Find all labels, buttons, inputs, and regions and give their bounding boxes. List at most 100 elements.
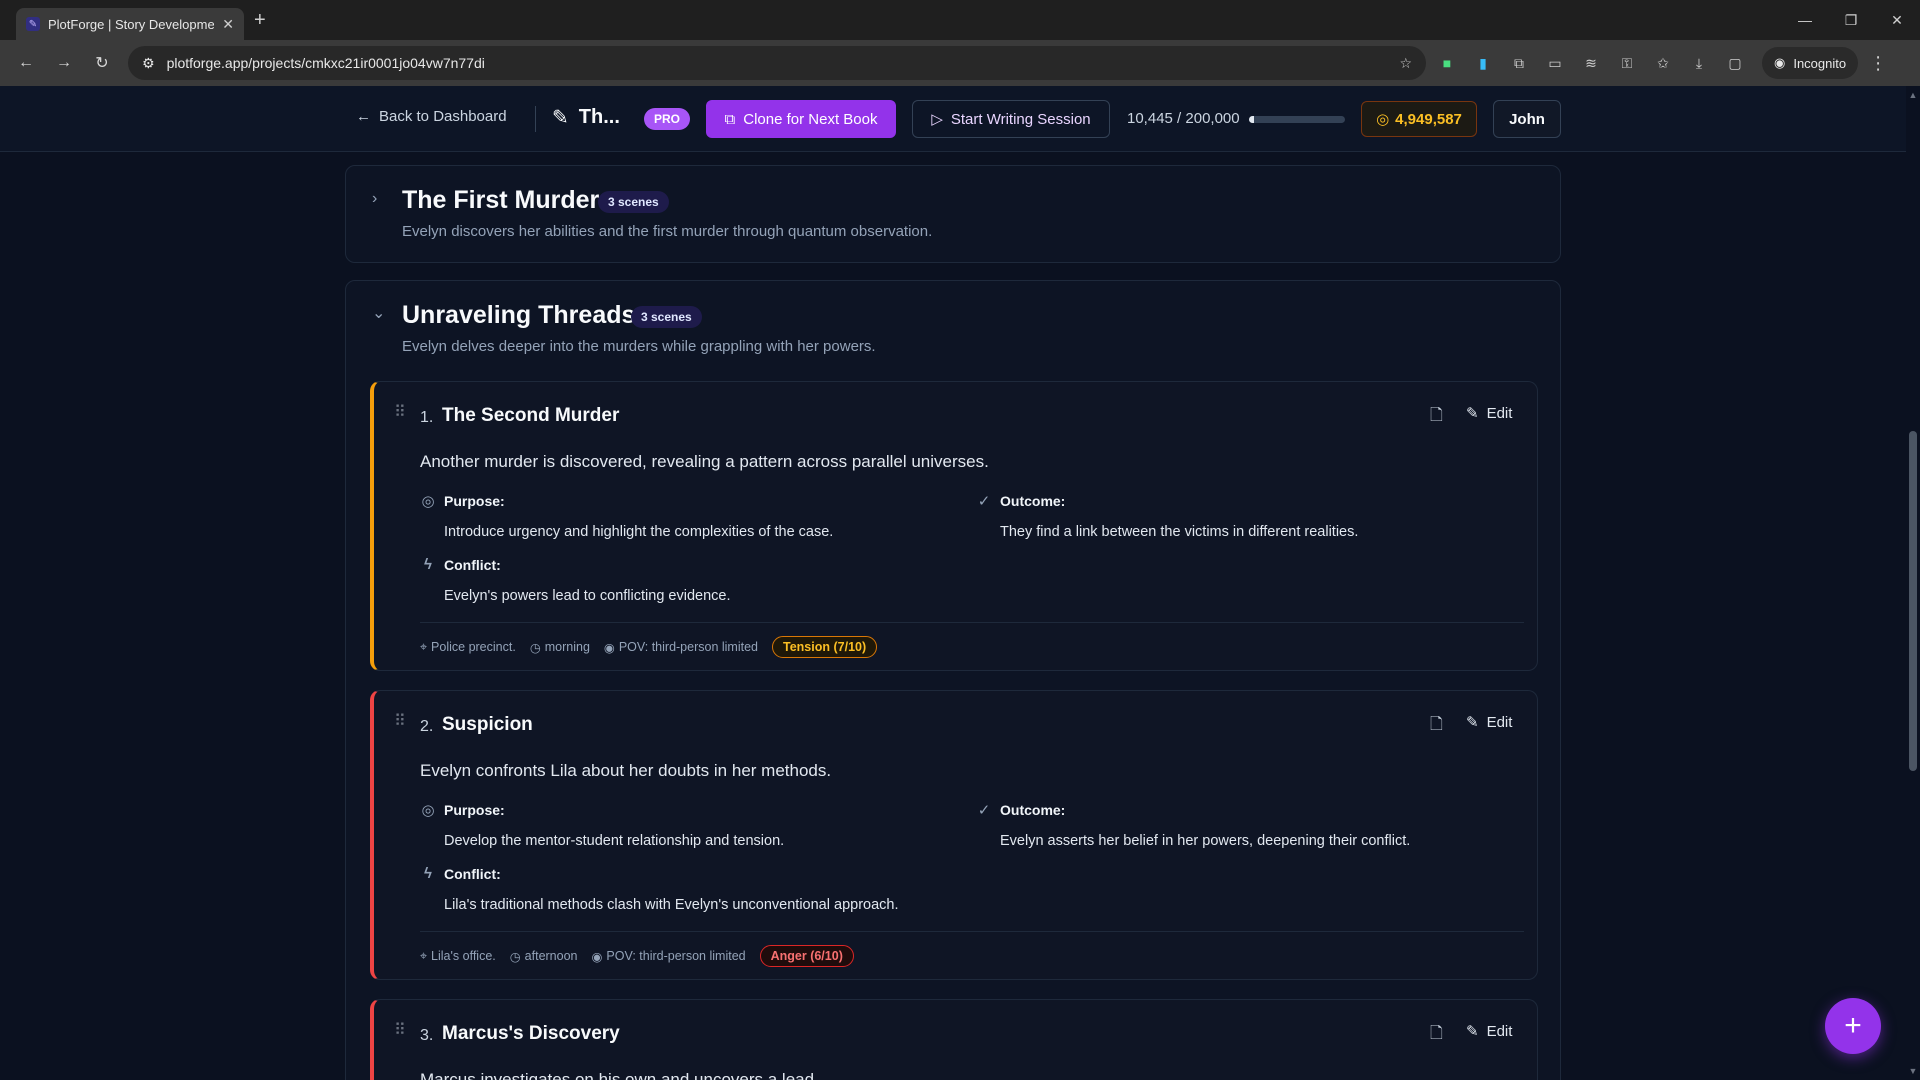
chevron-right-icon[interactable]: ›: [372, 190, 377, 208]
outcome-label: ✓ Outcome:: [976, 492, 1066, 510]
page-scrollbar[interactable]: ▲ ▼: [1906, 86, 1920, 1080]
minimize-icon[interactable]: —: [1782, 12, 1828, 29]
edit-pencil-icon: ✎: [1466, 1023, 1479, 1040]
conflict-value: Lila's traditional methods clash with Ev…: [444, 897, 899, 913]
translate-icon[interactable]: ≋: [1576, 48, 1606, 78]
document-icon[interactable]: 🗋: [1430, 404, 1443, 431]
scene-summary: Marcus investigates on his own and uncov…: [420, 1070, 819, 1080]
scene-meta: ⌖ Lila's office. ◷ afternoon ◉ POV: third-p…: [420, 945, 854, 967]
target-icon: ◎: [421, 493, 435, 510]
back-arrow-icon[interactable]: ←: [10, 47, 42, 79]
project-title[interactable]: ✎ Th...: [552, 105, 620, 130]
outcome-label-text: Outcome:: [1000, 802, 1066, 818]
drag-handle-icon[interactable]: ⠿: [394, 711, 406, 731]
scene-card[interactable]: ⠿ 2. Suspicion 🗋 ✎ Edit Evelyn confronts…: [370, 690, 1538, 980]
scene-count-badge: 3 scenes: [598, 191, 669, 213]
header-divider: [535, 106, 536, 132]
scene-number: 1.: [420, 409, 434, 426]
scene-card[interactable]: ⠿ 3. Marcus's Discovery 🗋 ✎ Edit Marcus …: [370, 999, 1538, 1080]
edit-label: Edit: [1486, 1022, 1513, 1040]
address-bar[interactable]: ⚙ plotforge.app/projects/cmkxc21ir0001jo…: [128, 46, 1426, 80]
close-tab-icon[interactable]: ✕: [222, 16, 234, 33]
chapter-card[interactable]: › The First Murder 3 scenes Evelyn disco…: [345, 165, 1561, 263]
map-pin-icon: ⌖: [420, 948, 428, 963]
extensions-puzzle-icon[interactable]: ⧉: [1504, 48, 1534, 78]
drag-handle-icon[interactable]: ⠿: [394, 1020, 406, 1040]
bookmarks-icon[interactable]: ✩: [1648, 48, 1678, 78]
location-meta: ⌖ Lila's office.: [420, 949, 496, 964]
eye-icon: ◉: [591, 949, 603, 964]
extension-green-icon[interactable]: ■: [1432, 48, 1462, 78]
clone-for-next-book-button[interactable]: ⧉ Clone for Next Book: [706, 100, 896, 138]
close-window-icon[interactable]: ✕: [1874, 12, 1920, 29]
incognito-indicator[interactable]: ◉ Incognito: [1762, 47, 1859, 79]
purpose-label: ◎ Purpose:: [420, 492, 505, 510]
browser-menu-icon[interactable]: ⋮: [1864, 53, 1892, 74]
conflict-value: Evelyn's powers lead to conflicting evid…: [444, 588, 731, 604]
document-icon[interactable]: 🗋: [1430, 1022, 1443, 1049]
lightning-icon: ϟ: [424, 556, 432, 573]
edit-scene-button[interactable]: ✎ Edit: [1466, 404, 1512, 423]
document-icon[interactable]: 🗋: [1430, 713, 1443, 740]
scrollbar-thumb[interactable]: [1909, 431, 1917, 771]
purpose-value: Develop the mentor-student relationship …: [444, 833, 785, 849]
extension-blue-icon[interactable]: ▮: [1468, 48, 1498, 78]
password-key-icon[interactable]: ⚿: [1612, 48, 1642, 78]
start-writing-session-button[interactable]: ▷ Start Writing Session: [912, 100, 1110, 138]
drag-handle-icon[interactable]: ⠿: [394, 402, 406, 422]
scene-number: 2.: [420, 718, 434, 735]
window-controls: — ❐ ✕: [1782, 12, 1920, 29]
scene-card[interactable]: ⠿ 1. The Second Murder 🗋 ✎ Edit Another …: [370, 381, 1538, 671]
edit-label: Edit: [1486, 713, 1513, 731]
location-text: Police precinct.: [431, 640, 516, 654]
scroll-up-icon[interactable]: ▲: [1906, 90, 1920, 100]
purpose-label-text: Purpose:: [444, 493, 505, 509]
emotion-badge: Tension (7/10): [772, 636, 878, 658]
chapter-card[interactable]: ⌄ Unraveling Threads 3 scenes Evelyn del…: [345, 280, 1561, 1080]
user-menu-button[interactable]: John: [1493, 100, 1561, 138]
back-to-dashboard-link[interactable]: ← Back to Dashboard: [356, 108, 507, 125]
browser-tab[interactable]: ✎ PlotForge | Story Development ✕: [16, 8, 244, 40]
tab-search-icon[interactable]: ▭: [1540, 48, 1570, 78]
reload-icon[interactable]: ↻: [86, 47, 118, 79]
write-label: Start Writing Session: [950, 110, 1091, 128]
eye-icon: ◉: [603, 640, 615, 655]
forward-arrow-icon[interactable]: →: [48, 47, 80, 79]
new-tab-icon[interactable]: +: [254, 9, 266, 32]
check-circle-icon: ✓: [977, 493, 991, 510]
location-meta: ⌖ Police precinct.: [420, 640, 516, 655]
word-progress-bar: [1249, 116, 1345, 123]
target-icon: ◎: [421, 802, 435, 819]
lightning-icon: ϟ: [424, 865, 432, 882]
chapter-description: Evelyn delves deeper into the murders wh…: [402, 338, 876, 355]
copy-icon: ⧉: [724, 110, 736, 128]
incognito-label: Incognito: [1793, 55, 1847, 71]
pen-favicon-icon: ✎: [26, 17, 40, 31]
incognito-icon: ◉: [1774, 55, 1786, 70]
time-meta: ◷ morning: [530, 640, 590, 655]
devices-icon[interactable]: ▢: [1720, 48, 1750, 78]
conflict-label-text: Conflict:: [444, 556, 501, 573]
time-text: morning: [544, 640, 590, 654]
edit-scene-button[interactable]: ✎ Edit: [1466, 713, 1513, 732]
chapter-title: Unraveling Threads: [402, 301, 636, 329]
time-text: afternoon: [524, 949, 578, 963]
edit-pencil-icon: ✎: [1466, 714, 1479, 731]
edit-scene-button[interactable]: ✎ Edit: [1466, 1022, 1513, 1041]
scene-title: Marcus's Discovery: [442, 1023, 620, 1044]
tab-title: PlotForge | Story Development: [48, 16, 215, 32]
scroll-down-icon[interactable]: ▼: [1906, 1066, 1920, 1076]
download-icon[interactable]: ⤓: [1684, 48, 1714, 78]
chevron-down-icon[interactable]: ⌄: [372, 303, 385, 323]
app-header: ← Back to Dashboard ✎ Th... PRO ⧉ Clone …: [0, 86, 1906, 152]
pov-meta: ◉ POV: third-person limited: [604, 640, 758, 655]
project-title-text: Th...: [578, 106, 620, 128]
restore-icon[interactable]: ❐: [1828, 12, 1874, 29]
conflict-label-text: Conflict:: [444, 865, 501, 882]
site-settings-icon[interactable]: ⚙: [142, 55, 155, 72]
scene-summary: Another murder is discovered, revealing …: [420, 452, 989, 471]
bookmark-star-icon[interactable]: ☆: [1399, 55, 1412, 72]
add-scene-fab[interactable]: +: [1825, 998, 1881, 1054]
clone-label: Clone for Next Book: [743, 110, 878, 128]
credits-button[interactable]: ◎ 4,949,587: [1361, 101, 1477, 137]
